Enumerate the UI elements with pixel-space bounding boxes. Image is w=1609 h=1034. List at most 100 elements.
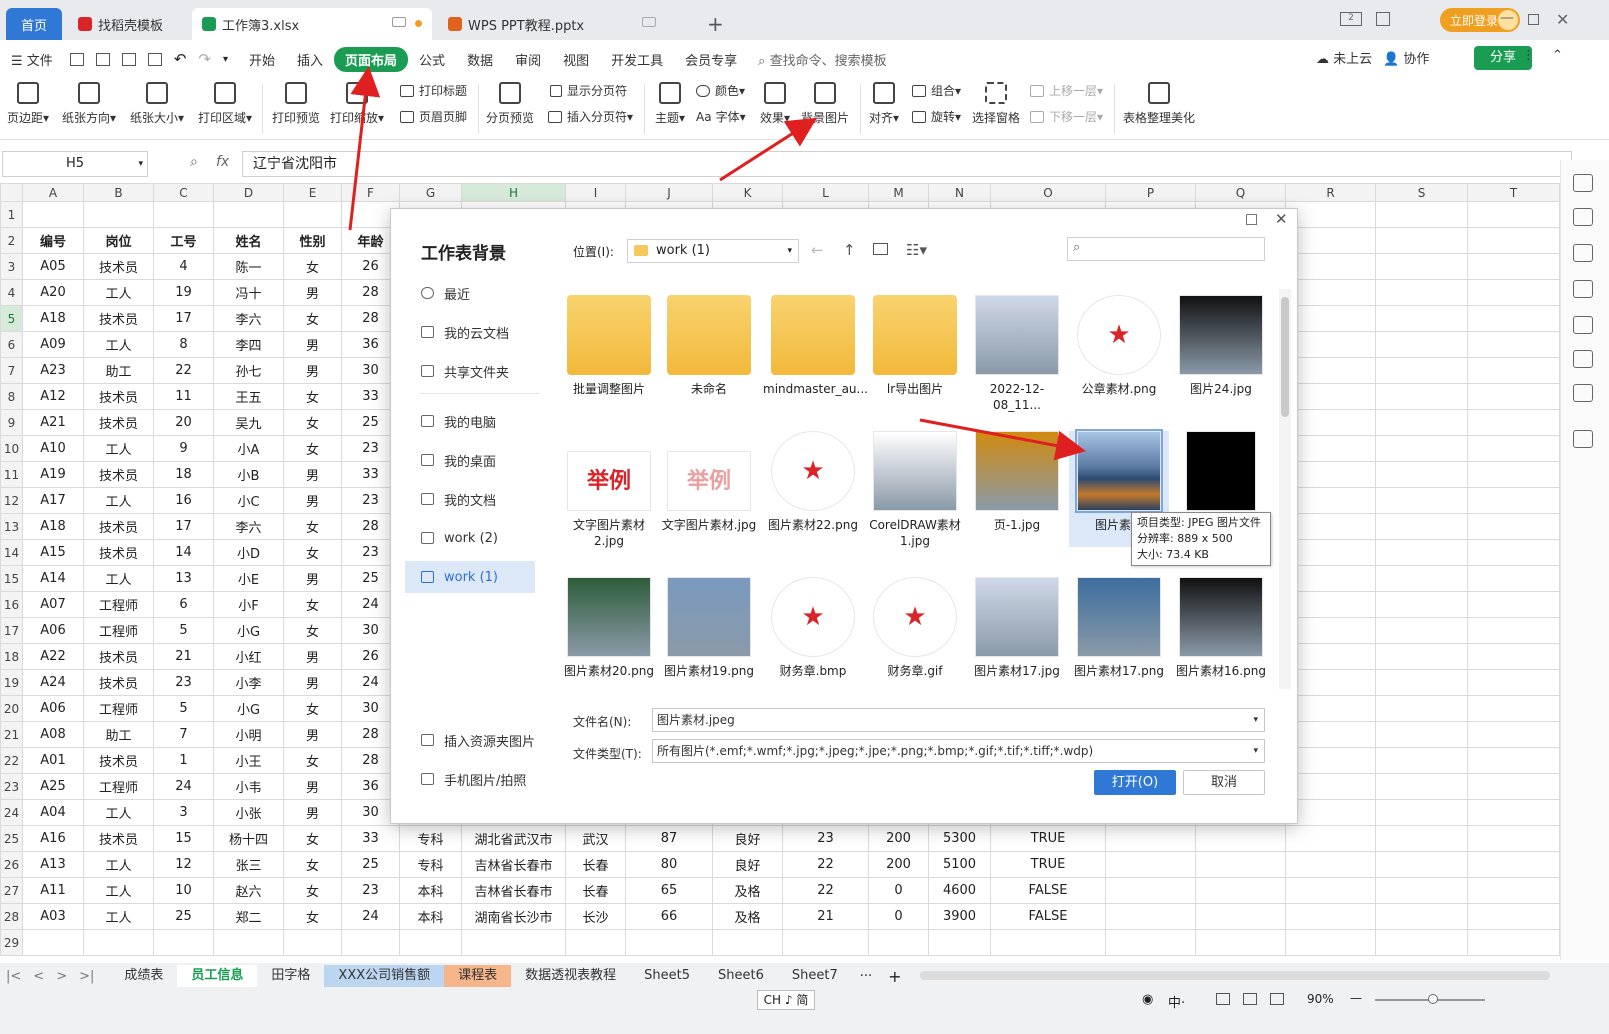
file-item[interactable]: ★ 财务章.gif <box>865 577 965 679</box>
cell[interactable] <box>625 929 713 956</box>
search-input[interactable]: ⌕ <box>1067 237 1265 261</box>
table-beautify-button[interactable]: 表格整理美化 <box>1122 78 1196 126</box>
cell[interactable]: 女 <box>283 305 342 332</box>
cell[interactable]: 9 <box>153 435 214 462</box>
effects-button[interactable]: 效果▾ <box>756 78 794 126</box>
cell[interactable]: 技术员 <box>83 383 154 410</box>
cell[interactable]: 杨十四 <box>213 825 284 852</box>
cell[interactable] <box>1467 539 1560 566</box>
cell[interactable] <box>1285 721 1376 748</box>
normal-view-icon[interactable] <box>1216 993 1230 1005</box>
cell[interactable] <box>1467 799 1560 826</box>
cell[interactable]: A19 <box>22 461 84 488</box>
cell[interactable] <box>1467 747 1560 774</box>
cell[interactable] <box>1285 643 1376 670</box>
sheet-tab[interactable]: XXX公司销售额 <box>324 965 445 987</box>
cell[interactable]: 3900 <box>928 903 991 930</box>
file-item[interactable]: ★ 财务章.bmp <box>763 577 863 679</box>
cell[interactable]: 李六 <box>213 513 284 540</box>
tab-template[interactable]: 找稻壳模板 <box>68 8 188 40</box>
show-page-breaks-checkbox[interactable]: 显示分页符 <box>550 82 627 99</box>
cell[interactable]: 湖北省武汉市 <box>461 825 566 852</box>
cell[interactable] <box>1285 487 1376 514</box>
sidebar-item-computer[interactable]: 我的电脑 <box>405 405 535 437</box>
cell[interactable]: 7 <box>153 721 214 748</box>
undo-icon[interactable]: ↶ <box>174 50 187 68</box>
column-header[interactable]: N <box>928 183 991 202</box>
name-box[interactable]: H5 ▾ <box>2 151 148 177</box>
cell[interactable]: 3 <box>153 799 214 826</box>
formula-input[interactable]: 辽宁省沈阳市 <box>242 151 1572 177</box>
cell[interactable]: 男 <box>283 565 342 592</box>
row-header[interactable]: 21 <box>0 721 23 748</box>
cell[interactable]: 工程师 <box>83 695 154 722</box>
cell[interactable]: 吉林省长春市 <box>461 851 566 878</box>
cell[interactable]: 87 <box>625 825 713 852</box>
cell[interactable] <box>1375 825 1468 852</box>
cell[interactable]: 男 <box>283 773 342 800</box>
cell[interactable] <box>1467 201 1560 228</box>
cell[interactable]: 小G <box>213 617 284 644</box>
image-icon[interactable] <box>1573 316 1593 334</box>
cell[interactable]: 小B <box>213 461 284 488</box>
command-search[interactable]: ⌕ 查找命令、搜索模板 <box>758 50 886 69</box>
menu-formulas[interactable]: 公式 <box>408 47 456 72</box>
row-header[interactable]: 24 <box>0 799 23 826</box>
cell[interactable]: 6 <box>153 591 214 618</box>
file-item[interactable]: 图片素材19.png <box>659 577 759 679</box>
cell[interactable] <box>83 929 154 956</box>
cell[interactable]: 性别 <box>283 227 342 254</box>
home-tab[interactable]: 首页 <box>6 8 62 40</box>
cell[interactable]: 16 <box>153 487 214 514</box>
cell[interactable] <box>712 929 783 956</box>
cell[interactable] <box>1375 773 1468 800</box>
cell[interactable] <box>1285 253 1376 280</box>
print-titles-button[interactable]: 打印标题 <box>400 82 467 99</box>
cell[interactable]: 1 <box>153 747 214 774</box>
cell[interactable] <box>1467 435 1560 462</box>
tools-icon[interactable] <box>1573 280 1593 298</box>
cell[interactable] <box>1467 695 1560 722</box>
folder-item[interactable]: lr导出图片 <box>865 295 965 397</box>
sheet-tab[interactable]: 成绩表 <box>110 965 177 987</box>
row-header[interactable]: 3 <box>0 253 23 280</box>
cell[interactable] <box>1375 461 1468 488</box>
cell[interactable]: 郑二 <box>213 903 284 930</box>
cell[interactable]: 0 <box>868 903 929 930</box>
cell[interactable]: A21 <box>22 409 84 436</box>
cell[interactable] <box>1195 929 1286 956</box>
cell[interactable]: A18 <box>22 513 84 540</box>
zoom-level[interactable]: 90% <box>1307 992 1334 1006</box>
monitor-icon[interactable] <box>392 17 406 27</box>
cell[interactable]: TRUE <box>990 825 1106 852</box>
file-item[interactable]: 图片素材16.png <box>1171 577 1271 679</box>
cell[interactable]: A17 <box>22 487 84 514</box>
cell[interactable] <box>1285 695 1376 722</box>
cell[interactable]: 岗位 <box>83 227 154 254</box>
row-header[interactable]: 26 <box>0 851 23 878</box>
cell[interactable] <box>83 201 154 228</box>
print-preview-button[interactable]: 打印预览 <box>272 78 320 126</box>
zoom-slider-thumb[interactable] <box>1428 994 1438 1004</box>
cell[interactable]: A01 <box>22 747 84 774</box>
cell[interactable] <box>1467 929 1560 956</box>
cell[interactable] <box>213 929 284 956</box>
cell[interactable]: 24 <box>153 773 214 800</box>
sheet-tab[interactable]: 员工信息 <box>177 965 258 987</box>
menu-view[interactable]: 视图 <box>552 47 600 72</box>
collapse-ribbon-icon[interactable]: ⌃ <box>1552 48 1563 63</box>
cancel-button[interactable]: 取消 <box>1183 770 1265 795</box>
prev-sheet-icon[interactable]: < <box>27 969 50 984</box>
cell[interactable]: 13 <box>153 565 214 592</box>
sidebar-item-shared[interactable]: 共享文件夹 <box>405 355 535 387</box>
cell[interactable]: A20 <box>22 279 84 306</box>
cell[interactable]: 80 <box>625 851 713 878</box>
cell[interactable]: 技术员 <box>83 409 154 436</box>
page-break-preview-button[interactable]: 分页预览 <box>486 78 534 126</box>
cell[interactable]: 33 <box>341 825 400 852</box>
folder-item[interactable]: mindmaster_au... <box>763 295 868 397</box>
cell[interactable]: 工号 <box>153 227 214 254</box>
cell[interactable] <box>1375 227 1468 254</box>
menu-member[interactable]: 会员专享 <box>674 47 748 72</box>
cell[interactable]: TRUE <box>990 851 1106 878</box>
